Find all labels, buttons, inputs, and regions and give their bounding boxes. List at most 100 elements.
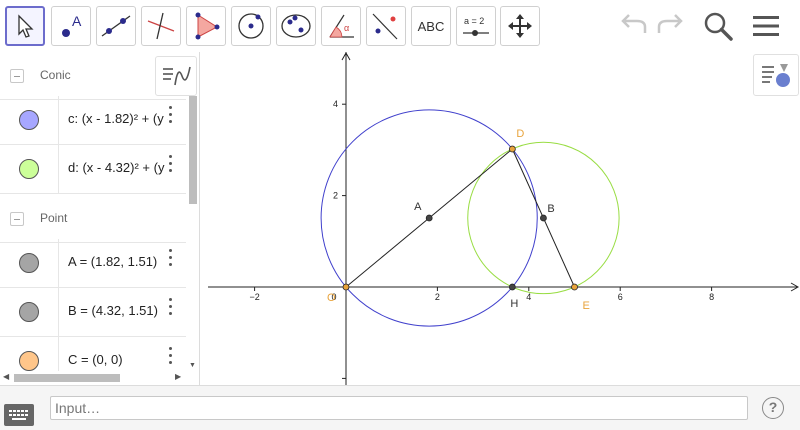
y-tick-label: 2	[333, 191, 338, 201]
undo-button[interactable]	[616, 8, 652, 44]
undo-icon	[621, 14, 647, 33]
text-tool-button[interactable]: ABC	[411, 6, 451, 46]
scroll-down-icon[interactable]: ▼	[189, 362, 196, 369]
line-tool-button[interactable]	[96, 6, 136, 46]
more-options-icon[interactable]	[168, 347, 174, 369]
algebra-expression[interactable]: B = (4.32, 1.51)	[68, 303, 168, 318]
algebra-row-a[interactable]: A = (1.82, 1.51)	[0, 239, 186, 288]
visibility-toggle[interactable]	[19, 110, 39, 130]
point-b	[540, 214, 547, 222]
more-options-icon[interactable]	[168, 298, 174, 320]
x-tick-label: −2	[249, 292, 259, 302]
visibility-toggle[interactable]	[19, 159, 39, 179]
algebra-expression[interactable]: d: (x - 4.32)² + (y - 1.51)²	[68, 160, 168, 175]
scrollbar-thumb[interactable]	[14, 374, 120, 382]
x-tick-label: 6	[618, 292, 623, 302]
scroll-left-icon[interactable]: ◀	[3, 372, 9, 381]
x-tick-label: 2	[435, 292, 440, 302]
section-title: Conic	[40, 68, 71, 82]
algebra-view: Conic c: (x - 1.82)² + (y - 1.51)² d: (x…	[0, 52, 200, 385]
point-tool-button[interactable]: A	[51, 6, 91, 46]
point-label: O	[327, 292, 336, 304]
perpendicular-line-icon	[147, 12, 175, 40]
move-tool-button[interactable]	[5, 6, 45, 46]
x-tick-label: 4	[526, 292, 531, 302]
slider-icon: a = 2	[463, 16, 489, 36]
point-label: D	[516, 128, 524, 140]
algebra-row-b[interactable]: B = (4.32, 1.51)	[0, 288, 186, 337]
keyboard-button[interactable]	[4, 404, 34, 426]
algebra-expression[interactable]: A = (1.82, 1.51)	[68, 254, 168, 269]
circle-center-point-tool-button[interactable]	[231, 6, 271, 46]
graphics-style-bar-button[interactable]	[753, 54, 799, 96]
angle-icon: α	[329, 14, 354, 38]
visibility-toggle[interactable]	[19, 351, 39, 371]
x-tick-label: 8	[709, 292, 714, 302]
coordinate-axes: −2 0 2 4 6 842	[208, 52, 800, 385]
row-divider	[58, 288, 59, 336]
algebra-expression[interactable]: c: (x - 1.82)² + (y - 1.51)²	[68, 111, 168, 126]
help-button[interactable]: ?	[762, 397, 784, 419]
reflect-tool-button[interactable]	[366, 6, 406, 46]
point-o	[342, 283, 350, 291]
search-icon	[704, 12, 733, 41]
point-h	[508, 283, 516, 291]
collapse-icon[interactable]	[10, 212, 24, 226]
algebra-row-d[interactable]: d: (x - 4.32)² + (y - 1.51)²	[0, 145, 186, 194]
toolbar: A α ABC a = 2	[0, 0, 800, 52]
more-options-icon[interactable]	[168, 155, 174, 177]
y-tick-label: 4	[333, 99, 338, 109]
style-bar-icon	[163, 66, 191, 86]
graphics-view[interactable]: −2 0 2 4 6 8 4 2 ABDEHO	[201, 52, 800, 385]
section-title: Point	[40, 211, 68, 225]
point-tool-label: A	[72, 13, 82, 29]
scrollbar-thumb[interactable]	[189, 96, 197, 204]
line-icon	[101, 15, 131, 37]
horizontal-scrollbar[interactable]: ◀ ▶	[0, 371, 186, 385]
algebra-expression[interactable]: C = (0, 0)	[68, 352, 168, 367]
slider-tool-label: a = 2	[464, 16, 484, 26]
visibility-toggle[interactable]	[19, 253, 39, 273]
menu-button[interactable]	[748, 8, 784, 44]
keyboard-icon	[9, 410, 28, 420]
cursor-arrow-icon	[18, 14, 34, 38]
points-layer: A B D E H O	[327, 128, 590, 312]
algebra-style-bar-button[interactable]	[155, 56, 197, 96]
algebra-row-c[interactable]: c: (x - 1.82)² + (y - 1.51)²	[0, 96, 186, 145]
circle-icon	[238, 13, 264, 39]
point-label: A	[414, 201, 422, 213]
point-icon: A	[62, 13, 82, 37]
point-label: H	[510, 298, 518, 310]
point-a	[425, 214, 433, 222]
geometry-canvas[interactable]: −2 0 2 4 6 842 A BDEHO	[201, 52, 800, 385]
section-header-point[interactable]: Point	[0, 195, 186, 243]
collapse-icon[interactable]	[10, 69, 24, 83]
move-graphics-view-tool-button[interactable]	[500, 6, 540, 46]
search-button[interactable]	[700, 8, 736, 44]
row-divider	[58, 239, 59, 287]
point-label: B	[547, 203, 554, 215]
text-tool-label: ABC	[417, 18, 445, 34]
point-e	[571, 283, 578, 291]
perpendicular-line-tool-button[interactable]	[141, 6, 181, 46]
row-divider	[58, 145, 59, 193]
angle-tool-button[interactable]: α	[321, 6, 361, 46]
conic-tool-button[interactable]	[276, 6, 316, 46]
redo-icon	[657, 14, 683, 33]
more-options-icon[interactable]	[168, 106, 174, 128]
input-field[interactable]	[50, 396, 748, 420]
point-label: E	[583, 300, 590, 312]
ellipse-icon	[281, 14, 311, 38]
vertical-scrollbar[interactable]: ▼	[186, 96, 199, 373]
polygon-tool-button[interactable]	[186, 6, 226, 46]
more-options-icon[interactable]	[168, 249, 174, 271]
style-bar-icon	[762, 64, 790, 87]
redo-button[interactable]	[652, 8, 688, 44]
circles-layer	[320, 109, 620, 327]
reflect-icon	[372, 13, 398, 40]
slider-tool-button[interactable]: a = 2	[456, 6, 496, 46]
row-divider	[58, 96, 59, 144]
visibility-toggle[interactable]	[19, 302, 39, 322]
scroll-right-icon[interactable]: ▶	[175, 372, 181, 381]
point-d	[508, 145, 516, 153]
